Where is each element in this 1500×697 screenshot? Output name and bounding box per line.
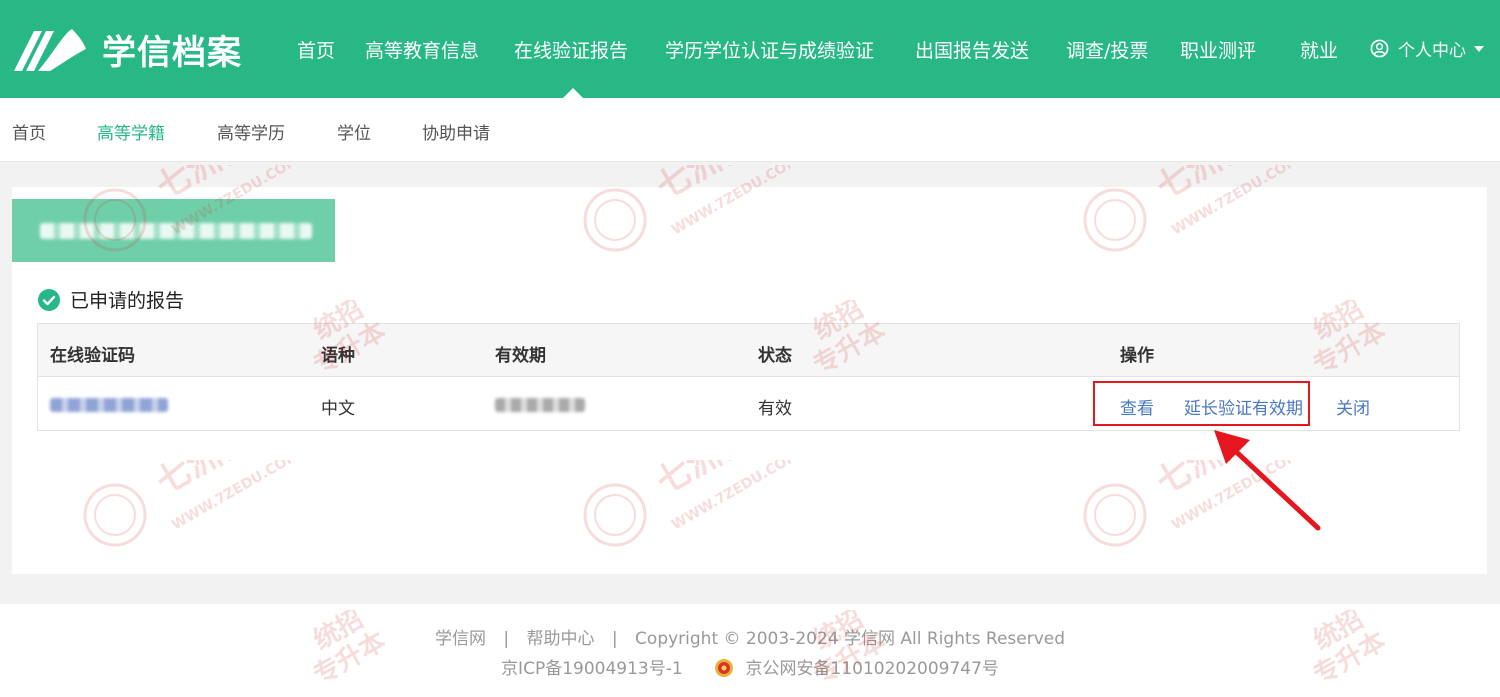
user-circle-icon [1370, 39, 1389, 58]
col-header-expiry: 有效期 [495, 346, 546, 366]
col-header-code: 在线验证码 [50, 346, 135, 366]
nav-online-verification-report[interactable]: 在线验证报告 [514, 36, 628, 63]
footer-separator: | [611, 629, 618, 649]
applied-reports-heading: 已申请的报告 [38, 286, 184, 313]
top-nav-bar: 学信档案 首页 高等教育信息 在线验证报告 学历学位认证与成绩验证 出国报告发送… [0, 0, 1500, 98]
cell-language: 中文 [321, 399, 355, 419]
footer-copyright: Copyright © 2003-2024 学信网 All Rights Res… [635, 629, 1066, 649]
footer-link-help[interactable]: 帮助中心 [527, 629, 595, 649]
footer-icp[interactable]: 京ICP备19004913号-1 [501, 659, 683, 679]
redacted-expiry-date [495, 398, 585, 412]
brand-logo[interactable]: 学信档案 [12, 24, 242, 74]
subnav-home[interactable]: 首页 [12, 119, 46, 144]
col-header-language: 语种 [321, 346, 355, 366]
footer-links: 学信网 | 帮助中心 | Copyright © 2003-2024 学信网 A… [0, 624, 1500, 649]
student-info-banner [12, 199, 335, 262]
nav-higher-education[interactable]: 高等教育信息 [365, 36, 479, 63]
nav-career-assessment[interactable]: 职业测评 [1180, 36, 1256, 63]
subnav-assist-application[interactable]: 协助申请 [422, 119, 490, 144]
nav-employment[interactable]: 就业 [1300, 36, 1338, 63]
annotation-arrow-icon [1214, 430, 1321, 531]
nav-degree-certification[interactable]: 学历学位认证与成绩验证 [665, 36, 874, 63]
subnav-degree[interactable]: 学位 [337, 119, 371, 144]
brand-name: 学信档案 [102, 32, 242, 73]
page-footer: 学信网 | 帮助中心 | Copyright © 2003-2024 学信网 A… [0, 604, 1500, 697]
sub-nav: 首页 高等学籍 高等学历 学位 协助申请 [0, 98, 1500, 162]
subnav-enrollment[interactable]: 高等学籍 [97, 119, 165, 144]
user-center-menu[interactable]: 个人中心 [1370, 36, 1484, 61]
section-title: 已申请的报告 [70, 290, 185, 312]
footer-link-chsi[interactable]: 学信网 [435, 629, 486, 649]
table-header: 在线验证码 语种 有效期 状态 操作 [38, 324, 1459, 377]
footer-police-record[interactable]: 京公网安备11010202009747号 [746, 659, 999, 679]
user-center-label: 个人中心 [1398, 41, 1466, 61]
cell-status: 有效 [758, 399, 792, 419]
footer-separator: | [503, 629, 510, 649]
col-header-status: 状态 [758, 346, 792, 366]
police-badge-icon [715, 659, 734, 677]
book-logo-icon [14, 29, 86, 71]
chevron-down-icon [1474, 45, 1484, 52]
col-header-actions: 操作 [1120, 346, 1154, 366]
nav-overseas-report[interactable]: 出国报告发送 [915, 36, 1029, 63]
nav-survey-vote[interactable]: 调查/投票 [1066, 36, 1148, 63]
close-report-link[interactable]: 关闭 [1336, 394, 1370, 419]
active-nav-indicator [563, 88, 583, 98]
subnav-academic-record[interactable]: 高等学历 [217, 119, 285, 144]
footer-registration: 京ICP备19004913号-1 京公网安备11010202009747号 [0, 654, 1500, 679]
redacted-student-info [40, 223, 312, 239]
redacted-verification-code[interactable] [50, 398, 168, 412]
check-circle-icon [38, 288, 60, 311]
nav-home[interactable]: 首页 [297, 36, 335, 63]
